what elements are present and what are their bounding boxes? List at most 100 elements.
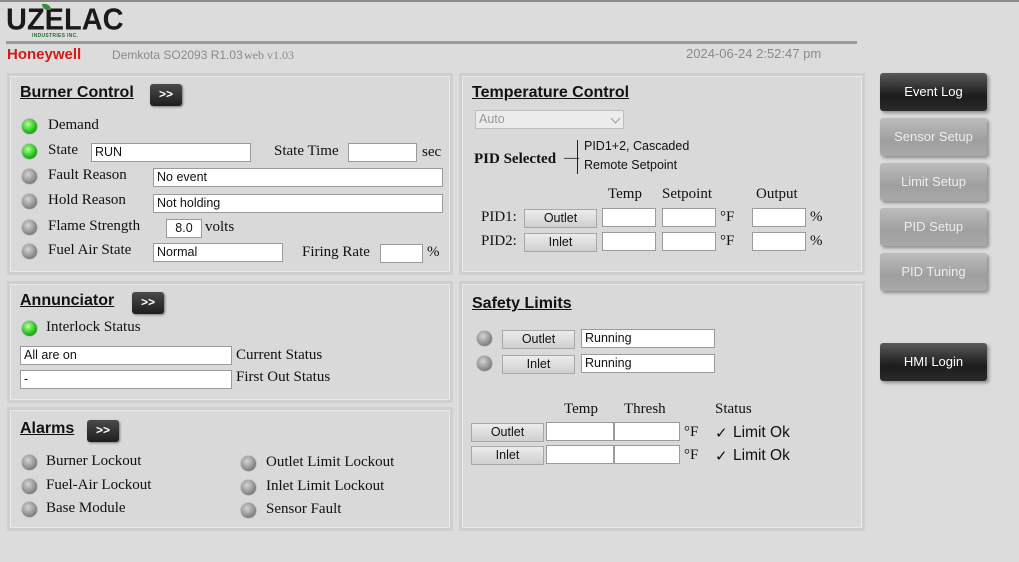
fuel-air-state-field: Normal bbox=[153, 243, 283, 262]
interlock-status-label: Interlock Status bbox=[46, 319, 141, 335]
current-status-field: All are on bbox=[20, 346, 232, 365]
pid-col-setpoint: Setpoint bbox=[662, 186, 713, 202]
outlet-limit-thresh-field bbox=[614, 422, 680, 441]
current-status-label: Current Status bbox=[236, 347, 323, 363]
logo-subtext: INDUSTRIES INC. bbox=[32, 33, 79, 39]
first-out-status-field: - bbox=[20, 370, 232, 389]
model-version: Demkota SO2093 R1.03 bbox=[112, 48, 243, 62]
pid-selected-line1: PID1+2, Cascaded bbox=[584, 139, 690, 153]
pid2-output-field bbox=[752, 232, 806, 251]
pid1-output-unit: % bbox=[810, 209, 823, 225]
chevron-down-icon bbox=[610, 113, 621, 124]
inlet-limit-lockout-label: Inlet Limit Lockout bbox=[266, 478, 385, 494]
pid-col-output: Output bbox=[756, 186, 798, 202]
state-label: State bbox=[48, 142, 78, 158]
state-led-icon bbox=[22, 144, 37, 159]
inlet-check-icon: ✓ bbox=[715, 447, 728, 465]
state-time-unit: sec bbox=[422, 144, 442, 160]
pid1-temp-unit: °F bbox=[720, 209, 735, 225]
burner-lockout-label: Burner Lockout bbox=[46, 453, 142, 469]
uzelac-logo: UZELAC INDUSTRIES INC. bbox=[6, 3, 124, 40]
sensor-setup-button[interactable]: Sensor Setup bbox=[880, 118, 987, 156]
fault-reason-field: No event bbox=[153, 168, 443, 187]
outlet-limit-unit: °F bbox=[684, 424, 699, 440]
pid2-output-unit: % bbox=[810, 233, 823, 249]
limit-col-status: Status bbox=[715, 401, 752, 417]
state-field: RUN bbox=[91, 143, 251, 162]
outlet-limit-led-icon bbox=[477, 331, 492, 346]
fuel-air-state-label: Fuel Air State bbox=[48, 242, 132, 258]
logo-text: UZELAC bbox=[6, 3, 124, 37]
hmi-login-button[interactable]: HMI Login bbox=[880, 343, 987, 381]
flame-strength-led-icon bbox=[22, 220, 37, 235]
alarms-open-button[interactable]: >> bbox=[87, 420, 119, 442]
firing-rate-field bbox=[380, 244, 423, 263]
inlet-limit-led-icon bbox=[477, 356, 492, 371]
demand-label: Demand bbox=[48, 117, 99, 133]
pid1-output-field bbox=[752, 208, 806, 227]
outlet-limit-lockout-led-icon bbox=[241, 456, 256, 471]
pid2-inlet-button[interactable]: Inlet bbox=[524, 233, 597, 252]
limit-col-temp: Temp bbox=[564, 401, 598, 417]
inlet-limit-unit: °F bbox=[684, 447, 699, 463]
fuel-air-lockout-led-icon bbox=[22, 479, 37, 494]
web-version: web v1.03 bbox=[244, 48, 294, 62]
burner-control-title: Burner Control bbox=[20, 84, 134, 101]
current-datetime: 2024-06-24 2:52:47 pm bbox=[686, 46, 822, 61]
fault-reason-led-icon bbox=[22, 169, 37, 184]
interlock-led-icon bbox=[22, 321, 37, 336]
event-log-button[interactable]: Event Log bbox=[880, 73, 987, 111]
outlet-limit-lockout-label: Outlet Limit Lockout bbox=[266, 454, 395, 470]
limit-col-thresh: Thresh bbox=[624, 401, 666, 417]
safety-limits-title: Safety Limits bbox=[472, 295, 572, 312]
limit-setup-button[interactable]: Limit Setup bbox=[880, 163, 987, 201]
state-time-field bbox=[348, 143, 417, 162]
inlet-limit-temp-field bbox=[546, 445, 614, 464]
inlet-limit-lockout-led-icon bbox=[241, 480, 256, 495]
flame-strength-label: Flame Strength bbox=[48, 218, 141, 234]
inlet-limit-button[interactable]: Inlet bbox=[502, 355, 575, 374]
alarms-title: Alarms bbox=[20, 420, 75, 437]
pid1-label: PID1: bbox=[481, 209, 517, 225]
pid-col-temp: Temp bbox=[608, 186, 642, 202]
outlet-limit-ok-text: Limit Ok bbox=[733, 424, 790, 441]
fuel-air-lockout-label: Fuel-Air Lockout bbox=[46, 477, 152, 493]
pid-selected-line2: Remote Setpoint bbox=[584, 158, 678, 172]
fault-reason-label: Fault Reason bbox=[48, 167, 127, 183]
inlet-limit-ok-text: Limit Ok bbox=[733, 447, 790, 464]
outlet-limit-button[interactable]: Outlet bbox=[502, 330, 575, 349]
honeywell-logo: Honeywell bbox=[7, 46, 82, 63]
outlet-limit-status-field: Running bbox=[581, 329, 715, 348]
first-out-status-label: First Out Status bbox=[236, 369, 331, 385]
outlet-check-icon: ✓ bbox=[715, 424, 728, 442]
flame-strength-field: 8.0 bbox=[166, 219, 202, 238]
temperature-control-title: Temperature Control bbox=[472, 84, 630, 101]
pid1-setpoint-field bbox=[662, 208, 716, 227]
burner-lockout-led-icon bbox=[22, 455, 37, 470]
hold-reason-led-icon bbox=[22, 194, 37, 209]
inlet-limit-row-button[interactable]: Inlet bbox=[471, 446, 544, 465]
outlet-limit-temp-field bbox=[546, 422, 614, 441]
pid-selected-bracket bbox=[577, 140, 581, 174]
pid-setup-button[interactable]: PID Setup bbox=[880, 208, 987, 246]
pid-tuning-button[interactable]: PID Tuning bbox=[880, 253, 987, 291]
fuel-air-state-led-icon bbox=[22, 244, 37, 259]
annunciator-open-button[interactable]: >> bbox=[132, 292, 164, 314]
base-module-led-icon bbox=[22, 502, 37, 517]
firing-rate-unit: % bbox=[427, 244, 440, 260]
hold-reason-label: Hold Reason bbox=[48, 192, 126, 208]
sensor-fault-led-icon bbox=[241, 503, 256, 518]
burner-control-open-button[interactable]: >> bbox=[150, 84, 182, 106]
pid1-outlet-button[interactable]: Outlet bbox=[524, 209, 597, 228]
inlet-limit-thresh-field bbox=[614, 445, 680, 464]
pid2-label: PID2: bbox=[481, 233, 517, 249]
control-mode-select[interactable]: Auto bbox=[475, 110, 624, 129]
firing-rate-label: Firing Rate bbox=[302, 244, 370, 260]
pid-selected-label: PID Selected bbox=[474, 151, 557, 167]
demand-led-icon bbox=[22, 119, 37, 134]
pid2-temp-field bbox=[602, 232, 656, 251]
base-module-label: Base Module bbox=[46, 500, 126, 516]
hold-reason-field: Not holding bbox=[153, 194, 443, 213]
outlet-limit-row-button[interactable]: Outlet bbox=[471, 423, 544, 442]
flame-strength-unit: volts bbox=[205, 219, 235, 235]
